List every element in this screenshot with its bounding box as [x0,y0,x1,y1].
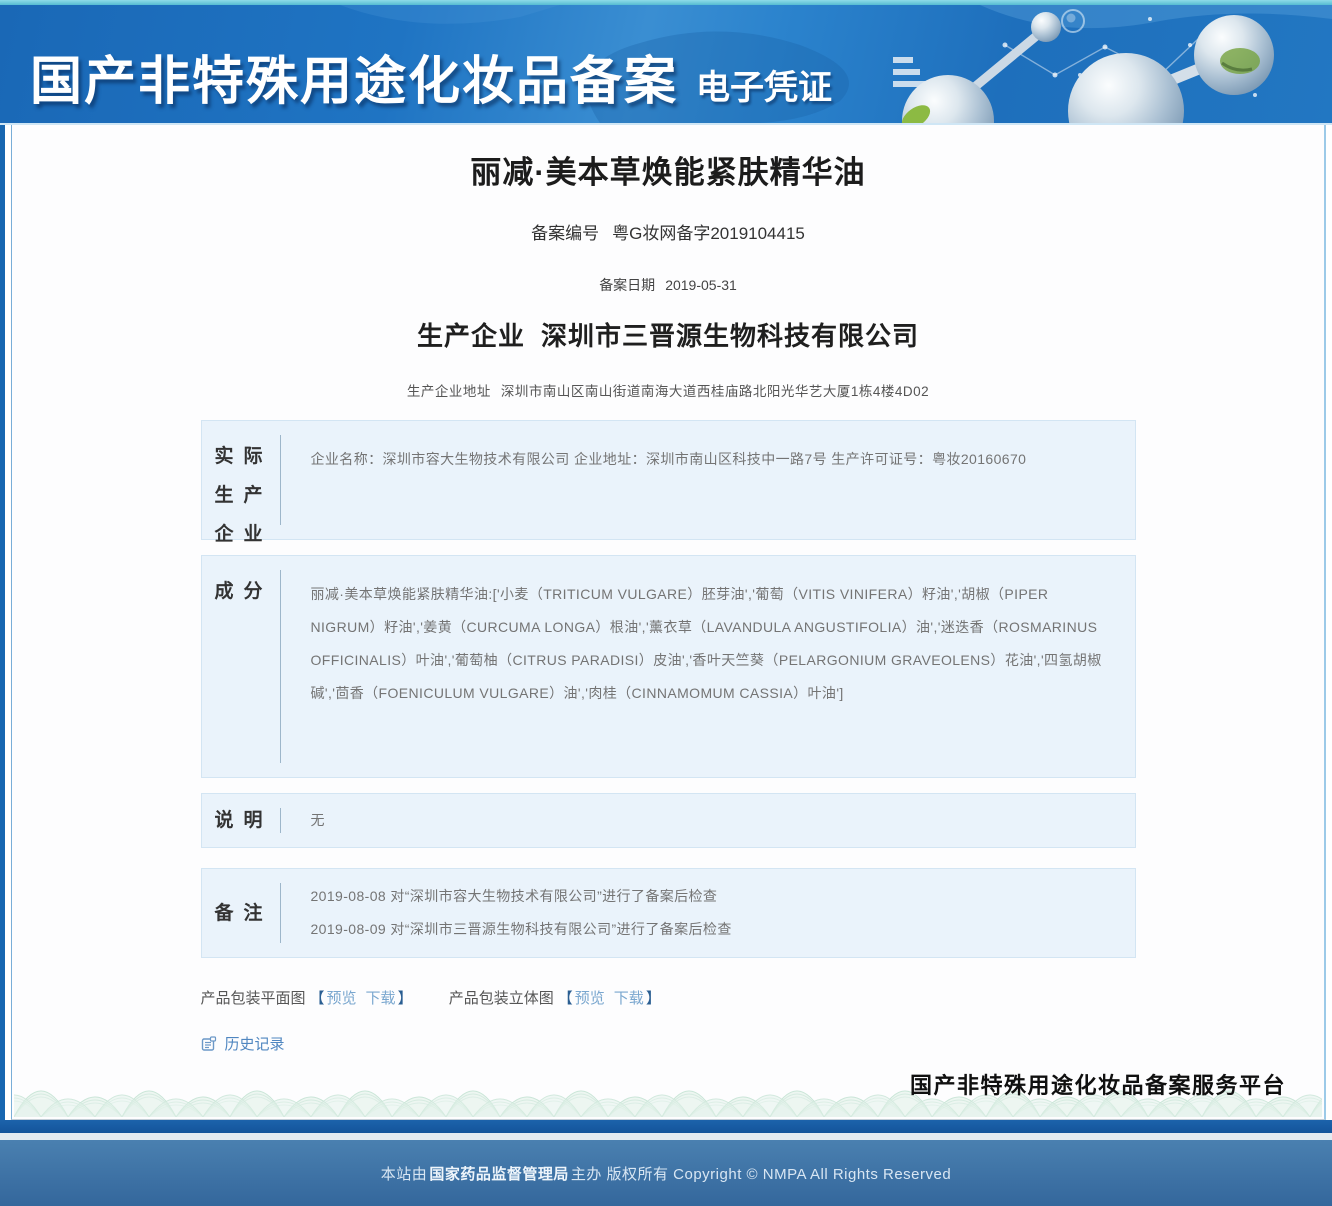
banner-title: 国产非特殊用途化妆品备案 [30,53,679,111]
remarks-label: 备注 [214,902,273,924]
product-name: 丽减·美本草焕能紧肤精华油 [470,155,866,190]
footer-org: 国家药品监督管理局 [429,1165,569,1183]
registration-number-line: 备案编号 粤G妆网备字2019104415 [12,219,1324,244]
producer-address-value: 深圳市南山区南山街道南海大道西桂庙路北阳光华艺大厦1栋4楼4D02 [500,384,930,399]
explanation-content: 无 [310,812,325,828]
bottom-gap-strip [0,1133,1332,1140]
attachment-flat-label: 产品包装平面图 [200,990,306,1007]
actual-producer-label: 实际生产企业 [214,446,273,545]
producer-address-line: 生产企业地址 深圳市南山区南山街道南海大道西桂庙路北阳光华艺大厦1栋4楼4D02 [12,380,1324,400]
bracket-close: 】 [397,990,413,1007]
registration-number-value: 粤G妆网备字2019104415 [612,224,805,243]
footer-suffix: 主办 版权所有 Copyright © NMPA All Rights Rese… [570,1165,952,1183]
attachments-row: 产品包装平面图【预览 下载】 产品包装立体图【预览 下载】 [201,987,1136,1008]
producer-label: 生产企业 [416,321,525,351]
ingredients-content: 丽减·美本草焕能紧肤精华油:['小麦（TRITICUM VULGARE）胚芽油'… [310,586,1102,701]
actual-producer-box: 实际生产企业 企业名称：深圳市容大生物技术有限公司 企业地址：深圳市南山区科技中… [200,420,1136,545]
attachment-flat-download-link[interactable]: 下载 [366,990,396,1007]
registration-date-value: 2019-05-31 [665,277,737,293]
platform-name: 国产非特殊用途化妆品备案服务平台 [909,1073,1286,1098]
banner-text: 国产非特殊用途化妆品备案 电子凭证 [0,5,1332,114]
registration-number-label: 备案编号 [531,224,600,243]
bracket-open: 【 [309,990,325,1007]
remark-line: 2019-08-09 对“深圳市三晋源生物科技有限公司”进行了备案后检查 [310,921,732,937]
bracket-close: 】 [645,990,661,1007]
attachment-flat: 产品包装平面图【预览 下载】 [201,987,415,1008]
registration-date-line: 备案日期 2019-05-31 [12,275,1324,295]
history-record-link[interactable]: 历史记录 [201,1033,1136,1054]
banner-subtitle: 电子凭证 [696,69,833,107]
footer-prefix: 本站由 [380,1165,428,1183]
remarks-content: 2019-08-08 对“深圳市容大生物技术有限公司”进行了备案后检查 2019… [281,869,1135,957]
certificate-main: 丽减·美本草焕能紧肤精华油 备案编号 粤G妆网备字2019104415 备案日期 2… [0,125,1332,1120]
registration-date-label: 备案日期 [599,277,656,293]
ingredients-box: 成分 丽减·美本草焕能紧肤精华油:['小麦（TRITICUM VULGARE）胚… [200,555,1136,778]
attachment-flat-preview-link[interactable]: 预览 [327,990,357,1007]
attachment-3d: 产品包装立体图【预览 下载】 [449,987,663,1008]
history-label: 历史记录 [224,1036,285,1053]
producer-value: 深圳市三晋源生物科技有限公司 [541,321,920,351]
producer-address-label: 生产企业地址 [406,384,491,399]
remarks-box: 备注 2019-08-08 对“深圳市容大生物技术有限公司”进行了备案后检查 2… [200,868,1136,958]
detail-boxes: 实际生产企业 企业名称：深圳市容大生物技术有限公司 企业地址：深圳市南山区科技中… [200,420,1136,958]
ingredients-label: 成分 [214,581,273,602]
attachment-3d-label: 产品包装立体图 [448,990,554,1007]
header-banner: 国产非特殊用途化妆品备案 电子凭证 [0,5,1332,125]
bracket-open: 【 [557,990,573,1007]
producer-line: 生产企业 深圳市三晋源生物科技有限公司 [12,316,1324,353]
bottom-blue-band [0,1120,1332,1133]
page-footer: 本站由 国家药品监督管理局 主办 版权所有 Copyright © NMPA A… [0,1140,1332,1206]
actual-producer-content: 企业名称：深圳市容大生物技术有限公司 企业地址：深圳市南山区科技中一路7号 生产… [310,451,1027,467]
history-icon [201,1035,216,1051]
attachment-3d-download-link[interactable]: 下载 [614,990,644,1007]
remark-line: 2019-08-08 对“深圳市容大生物技术有限公司”进行了备案后检查 [310,888,718,904]
attachment-3d-preview-link[interactable]: 预览 [575,990,605,1007]
explanation-box: 说明 无 [200,793,1136,848]
explanation-label: 说明 [214,810,273,831]
certificate-inner-frame: 丽减·美本草焕能紧肤精华油 备案编号 粤G妆网备字2019104415 备案日期 2… [11,125,1326,1120]
